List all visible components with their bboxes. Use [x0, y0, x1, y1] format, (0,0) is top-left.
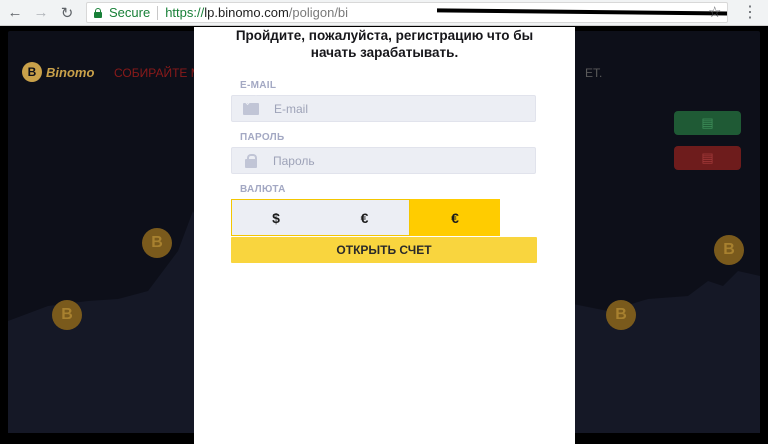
- padlock-icon: [245, 153, 257, 168]
- modal-title: Пройдите, пожалуйста, регистрацию что бы…: [194, 27, 575, 61]
- promo-text: СОБИРАЙТЕ М: [114, 66, 201, 80]
- reload-icon[interactable]: ↻: [56, 2, 78, 24]
- browser-menu-icon[interactable]: ⋮: [742, 2, 758, 22]
- chart-up-icon: ▤: [701, 115, 714, 130]
- chart-down-icon: ▤: [701, 150, 714, 165]
- password-input[interactable]: [273, 153, 513, 168]
- bitcoin-coin-icon: B: [52, 300, 82, 330]
- email-input[interactable]: [274, 101, 514, 116]
- bitcoin-coin-icon: B: [606, 300, 636, 330]
- bitcoin-coin-icon: B: [714, 235, 744, 265]
- browser-toolbar: ← → ↻ Secure https://lp.binomo.com/polig…: [0, 0, 768, 26]
- currency-selector: $ € €: [231, 199, 500, 236]
- url-path: /poligon/bi: [288, 5, 349, 20]
- bitcoin-coin-icon: B: [142, 228, 172, 258]
- address-separator: [157, 5, 159, 20]
- address-bar[interactable]: Secure https://lp.binomo.com/poligon/bi: [86, 2, 728, 23]
- lock-icon: [93, 7, 103, 18]
- password-label: ПАРОЛЬ: [240, 132, 285, 143]
- redaction-mark: [436, 8, 727, 16]
- registration-modal: Пройдите, пожалуйста, регистрацию что бы…: [194, 27, 575, 444]
- trade-down-button[interactable]: ▤: [674, 146, 741, 170]
- email-label: E-MAIL: [240, 80, 277, 91]
- back-arrow-icon[interactable]: ←: [4, 2, 26, 24]
- modal-title-line2: начать зарабатывать.: [310, 45, 459, 60]
- url-scheme: https://: [165, 5, 205, 20]
- trade-up-button[interactable]: ▤: [674, 111, 741, 135]
- binomo-logo-text: Binomo: [46, 64, 95, 80]
- bookmark-star-icon[interactable]: ☆: [708, 3, 721, 21]
- currency-option-eur-selected[interactable]: €: [410, 199, 500, 236]
- mail-icon: [243, 102, 259, 115]
- binomo-logo: B Binomo: [22, 62, 94, 82]
- password-field[interactable]: [231, 147, 536, 174]
- url-host: lp.binomo.com: [204, 5, 289, 20]
- currency-label: ВАЛЮТА: [240, 184, 286, 195]
- forward-arrow-icon[interactable]: →: [30, 2, 52, 24]
- modal-title-line1: Пройдите, пожалуйста, регистрацию что бы: [235, 28, 534, 43]
- promo-text-end: ЕТ.: [585, 66, 603, 80]
- currency-option-2[interactable]: €: [320, 199, 410, 236]
- binomo-logo-icon: B: [22, 62, 42, 82]
- secure-label: Secure: [109, 5, 151, 20]
- open-account-button[interactable]: ОТКРЫТЬ СЧЕТ: [231, 237, 537, 263]
- currency-option-usd[interactable]: $: [231, 199, 320, 236]
- email-field[interactable]: [231, 95, 536, 122]
